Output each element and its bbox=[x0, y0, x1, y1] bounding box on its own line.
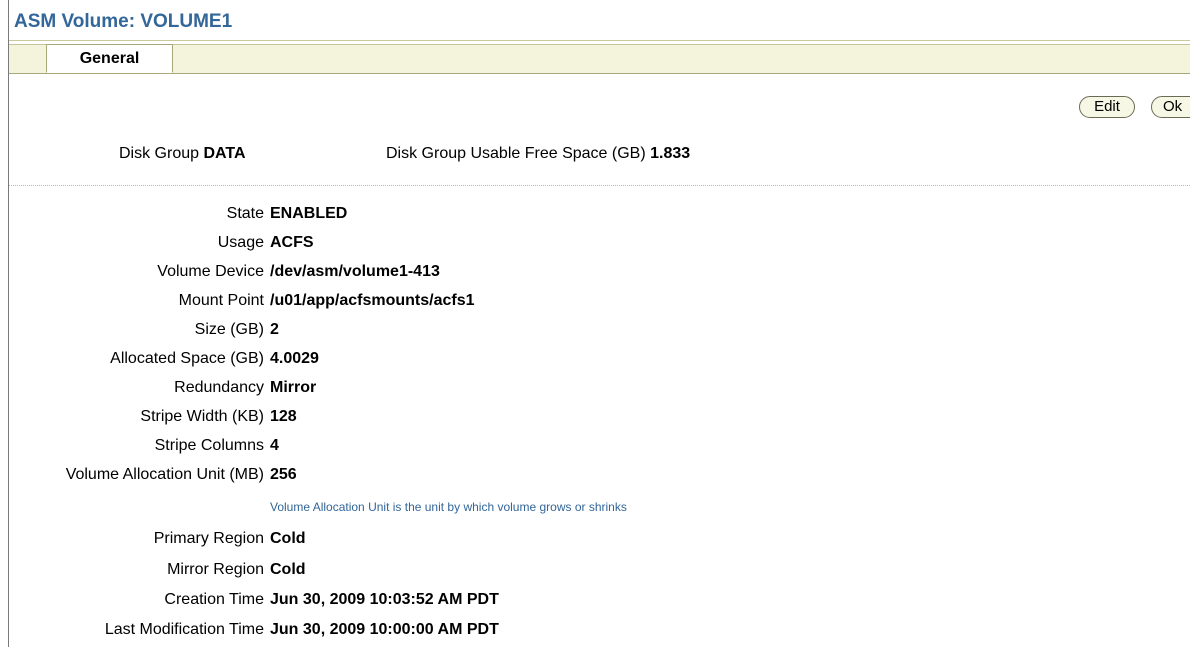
property-value: 2 bbox=[270, 321, 279, 338]
property-label: Mirror Region bbox=[167, 561, 264, 578]
section-divider bbox=[9, 185, 1190, 186]
property-value: 4 bbox=[270, 437, 279, 454]
allocation-unit-hint: Volume Allocation Unit is the unit by wh… bbox=[270, 500, 627, 514]
free-space-label: Disk Group Usable Free Space (GB) bbox=[386, 145, 646, 162]
property-value: Cold bbox=[270, 530, 306, 547]
tab-general[interactable]: General bbox=[46, 44, 173, 73]
property-label: Redundancy bbox=[174, 379, 264, 396]
property-label: Allocated Space (GB) bbox=[110, 350, 264, 367]
property-value: 256 bbox=[270, 466, 297, 483]
disk-group-summary: Disk Group DATA bbox=[119, 145, 246, 163]
property-value: /dev/asm/volume1-413 bbox=[270, 263, 440, 280]
property-label: Creation Time bbox=[164, 591, 264, 608]
disk-group-value: DATA bbox=[203, 145, 246, 162]
property-label: Mount Point bbox=[178, 292, 264, 309]
property-value: Jun 30, 2009 10:03:52 AM PDT bbox=[270, 591, 499, 608]
property-value: Jun 30, 2009 10:00:00 AM PDT bbox=[270, 621, 499, 638]
property-value: ENABLED bbox=[270, 205, 348, 222]
property-label: Size (GB) bbox=[194, 321, 264, 338]
edit-button[interactable]: Edit bbox=[1079, 96, 1135, 118]
property-label: Last Modification Time bbox=[104, 621, 264, 638]
property-label: Primary Region bbox=[153, 530, 264, 547]
free-space-summary: Disk Group Usable Free Space (GB) 1.833 bbox=[386, 145, 690, 163]
ok-button[interactable]: Ok bbox=[1151, 96, 1190, 118]
property-label: Stripe Columns bbox=[154, 437, 264, 454]
property-label: Usage bbox=[217, 234, 264, 251]
page-title: ASM Volume: VOLUME1 bbox=[14, 11, 233, 32]
property-value: Cold bbox=[270, 561, 306, 578]
property-label: Volume Allocation Unit (MB) bbox=[65, 466, 264, 483]
property-value: ACFS bbox=[270, 234, 314, 251]
tab-bar: General bbox=[9, 44, 1190, 74]
property-value: 128 bbox=[270, 408, 297, 425]
title-divider bbox=[9, 40, 1190, 41]
property-value: /u01/app/acfsmounts/acfs1 bbox=[270, 292, 475, 309]
disk-group-label: Disk Group bbox=[119, 145, 200, 162]
property-label: Stripe Width (KB) bbox=[140, 408, 264, 425]
property-value: 4.0029 bbox=[270, 350, 319, 367]
property-label: State bbox=[226, 205, 264, 222]
property-value: Mirror bbox=[270, 379, 317, 396]
property-label: Volume Device bbox=[157, 263, 264, 280]
free-space-value: 1.833 bbox=[650, 145, 691, 162]
